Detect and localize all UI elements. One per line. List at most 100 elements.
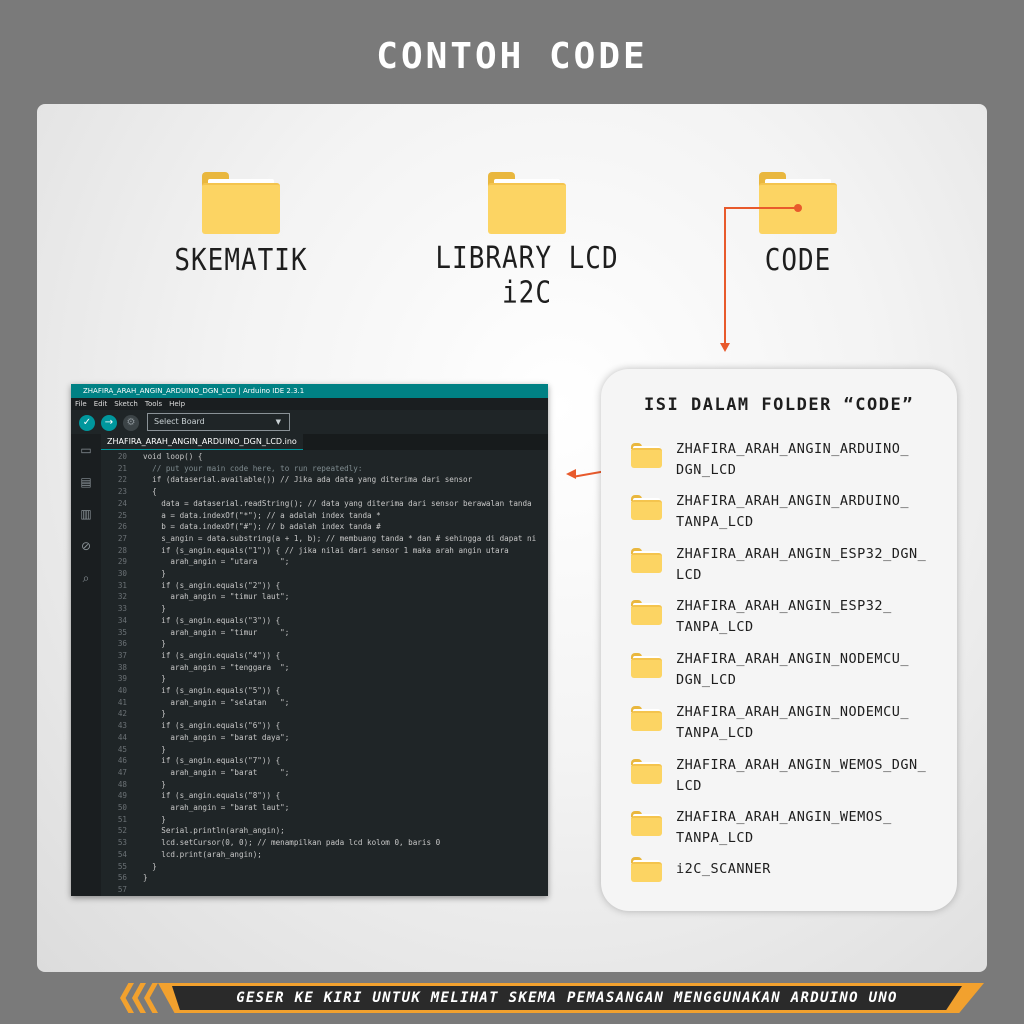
code-text: a = data.indexOf("*"); // a adalah index…	[143, 510, 381, 520]
menu-item-help[interactable]: Help	[169, 398, 185, 410]
line-number: 36	[117, 639, 127, 649]
chevron-down-icon: ▼	[275, 418, 281, 426]
line-number: 28	[117, 545, 127, 555]
folder-icon	[631, 495, 662, 520]
line-number: 38	[117, 662, 127, 672]
menu-item-tools[interactable]: Tools	[145, 398, 162, 410]
debug-side-icon[interactable]: ⊘	[79, 540, 93, 553]
line-number: 27	[117, 533, 127, 543]
code-text: }	[143, 604, 166, 614]
code-line: 36 }	[101, 638, 166, 650]
code-line: 52 Serial.println(arah_angin);	[101, 825, 285, 837]
boards-icon[interactable]: ▤	[79, 476, 93, 489]
menu-item-sketch[interactable]: Sketch	[114, 398, 138, 410]
code-text: lcd.print(arah_angin);	[143, 849, 262, 859]
code-text: if (s_angin.equals("6")) {	[143, 721, 281, 731]
search-icon[interactable]: ⌕	[79, 572, 93, 585]
code-text: if (s_angin.equals("2")) {	[143, 580, 281, 590]
library-icon[interactable]: ▥	[79, 508, 93, 521]
code-line: 20 void loop() {	[101, 451, 203, 463]
code-text: }	[143, 744, 166, 754]
folder-name: ZHAFIRA_ARAH_ANGIN_NODEMCU_ TANPA_LCD	[676, 704, 909, 741]
code-text: if (s_angin.equals("3")) {	[143, 615, 281, 625]
code-line: 46 if (s_angin.equals("7")) {	[101, 755, 280, 767]
code-line: 50 arah_angin = "barat laut";	[101, 802, 289, 814]
folder-icon[interactable]	[759, 172, 837, 234]
upload-icon[interactable]: →	[101, 415, 117, 431]
code-text: }	[143, 639, 166, 649]
folder-name: ZHAFIRA_ARAH_ANGIN_ESP32_ TANPA_LCD	[676, 598, 892, 635]
line-number: 56	[117, 873, 127, 883]
line-number: 39	[117, 674, 127, 684]
code-line: 34 if (s_angin.equals("3")) {	[101, 615, 280, 627]
folder-icon[interactable]	[202, 172, 280, 234]
line-number: 23	[117, 487, 127, 497]
code-line: 21 // put your main code here, to run re…	[101, 463, 363, 475]
code-line: 53 lcd.setCursor(0, 0); // menampilkan p…	[101, 837, 440, 849]
code-text: // put your main code here, to run repea…	[143, 463, 363, 473]
page-title: CONTOH CODE	[376, 36, 648, 77]
line-number: 26	[117, 522, 127, 532]
menu-item-file[interactable]: File	[75, 398, 87, 410]
code-text: if (s_angin.equals("5")) {	[143, 686, 281, 695]
code-text: arah_angin = "utara ";	[143, 557, 290, 567]
code-text: }	[143, 569, 166, 578]
line-number: 22	[117, 475, 127, 485]
line-number: 50	[117, 803, 127, 812]
code-editor[interactable]: 20 void loop() {21 // put your main code …	[101, 450, 548, 896]
code-line: 31 if (s_angin.equals("2")) {	[101, 580, 280, 592]
arrow-head	[566, 469, 576, 479]
line-number: 53	[117, 838, 127, 848]
folder-label-library: LIBRARY LCD i2C	[435, 241, 619, 311]
debug-icon[interactable]: ⚙	[123, 415, 139, 431]
sketchbook-icon[interactable]: ▭	[79, 444, 93, 457]
editor-tabs: ZHAFIRA_ARAH_ANGIN_ARDUINO_DGN_LCD.ino	[101, 434, 548, 450]
line-number: 54	[117, 849, 127, 859]
code-line: 37 if (s_angin.equals("4")) {	[101, 650, 280, 662]
arduino-ide-window: ZHAFIRA_ARAH_ANGIN_ARDUINO_DGN_LCD | Ard…	[71, 384, 548, 896]
code-line: 35 arah_angin = "timur ";	[101, 627, 289, 639]
code-text: arah_angin = "barat daya";	[143, 732, 290, 742]
code-line: 27 s_angin = data.substring(a + 1, b); /…	[101, 533, 536, 545]
line-number: 31	[117, 580, 127, 590]
code-line: 55 }	[101, 861, 157, 873]
code-line: 26 b = data.indexOf("#"); // b adalah in…	[101, 521, 381, 533]
code-text: }	[143, 814, 166, 824]
verify-icon[interactable]: ✓	[79, 415, 95, 431]
line-number: 33	[117, 604, 127, 614]
line-number: 41	[117, 697, 127, 707]
line-number: 48	[117, 779, 127, 789]
folder-label-code: CODE	[764, 243, 832, 279]
code-text: arah_angin = "tenggara ";	[143, 662, 290, 672]
line-number: 43	[117, 721, 127, 731]
menu-item-edit[interactable]: Edit	[94, 398, 108, 410]
line-number: 57	[117, 884, 127, 894]
folder-icon	[631, 653, 662, 678]
code-line: 42 }	[101, 708, 166, 720]
tab-sketch[interactable]: ZHAFIRA_ARAH_ANGIN_ARDUINO_DGN_LCD.ino	[101, 434, 303, 450]
folder-name: ZHAFIRA_ARAH_ANGIN_ESP32_DGN_ LCD	[676, 546, 927, 583]
code-line: 25 a = data.indexOf("*"); // a adalah in…	[101, 510, 381, 522]
line-number: 55	[117, 861, 127, 871]
board-select[interactable]: Select Board ▼	[147, 413, 290, 431]
line-number: 35	[117, 627, 127, 637]
folder-icon	[631, 706, 662, 731]
arrow-line	[725, 207, 797, 209]
folder-name: ZHAFIRA_ARAH_ANGIN_ARDUINO_ TANPA_LCD	[676, 493, 909, 530]
window-title: ZHAFIRA_ARAH_ANGIN_ARDUINO_DGN_LCD | Ard…	[71, 384, 548, 398]
folder-icon	[631, 600, 662, 625]
code-text: arah_angin = "barat ";	[143, 767, 290, 777]
chevron-left-icon	[144, 983, 158, 1013]
code-text: void loop() {	[143, 452, 203, 461]
code-line: 47 arah_angin = "barat ";	[101, 767, 289, 779]
sidebar: ▭ ▤ ▥ ⊘ ⌕	[71, 434, 101, 896]
code-text: }	[143, 779, 166, 789]
code-line: 23 {	[101, 486, 157, 498]
folder-icon[interactable]	[488, 172, 566, 234]
code-line: 44 arah_angin = "barat daya";	[101, 732, 289, 744]
folder-icon	[631, 857, 662, 882]
code-line: 29 arah_angin = "utara ";	[101, 556, 289, 568]
folder-name: ZHAFIRA_ARAH_ANGIN_WEMOS_DGN_ LCD	[676, 757, 927, 794]
folder-icon	[631, 811, 662, 836]
code-line: 39 }	[101, 673, 166, 685]
